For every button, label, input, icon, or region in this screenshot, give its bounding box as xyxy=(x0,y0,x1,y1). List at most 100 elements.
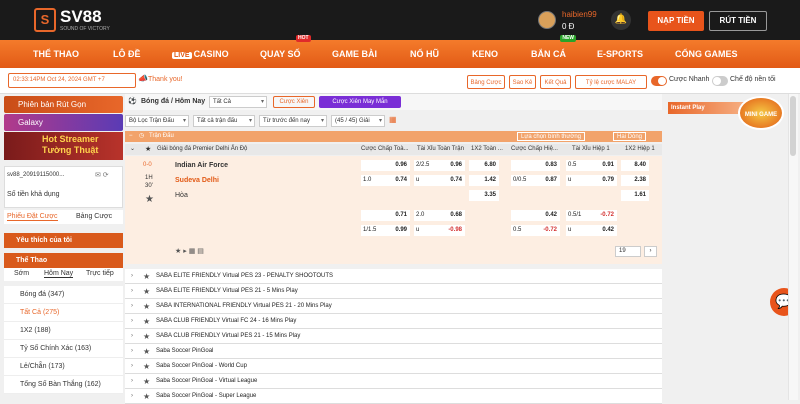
odds-cell[interactable]: u 0.74 xyxy=(414,175,465,186)
sports-header[interactable]: Thể Thao xyxy=(4,253,123,268)
odds-cell[interactable]: 1.0 0.74 xyxy=(361,175,410,186)
mail-icon[interactable]: ✉ ⟳ xyxy=(95,171,109,179)
nav-cong-games[interactable]: CỔNG GAMES xyxy=(675,40,738,68)
announcement-text[interactable]: Thank you! xyxy=(148,76,183,83)
nav-ban-ca[interactable]: BẮN CÁ NEW xyxy=(531,35,576,68)
odds-1x2-1h-away[interactable]: 2.38 xyxy=(621,175,649,186)
favorite-filter-icon[interactable]: ▦ xyxy=(389,115,397,124)
sidebar-item-odd-even[interactable]: Lẻ/Chẵn (173) xyxy=(4,358,123,376)
all-matches-select[interactable]: Tất cả trận đấu xyxy=(193,115,255,127)
lucky-parlay-button[interactable]: Cược Xiên May Mắn xyxy=(319,96,401,108)
scrollbar-thumb[interactable] xyxy=(790,96,796,156)
chevron-right-icon[interactable]: › xyxy=(131,359,133,374)
match-filter-select[interactable]: Bộ Lọc Trận Đấu xyxy=(125,115,189,127)
tab-betslip[interactable]: Phiếu Đặt Cược xyxy=(7,213,58,221)
nav-casino[interactable]: LIVE CASINO xyxy=(172,40,229,68)
results-button[interactable]: Kết Quả xyxy=(540,75,571,89)
star-icon[interactable]: ★ xyxy=(143,344,150,359)
star-icon[interactable]: ★ xyxy=(143,314,150,329)
dark-mode-toggle[interactable] xyxy=(712,76,728,86)
odds-cell[interactable]: u 0.42 xyxy=(566,225,617,236)
sidebar-item-1x2[interactable]: 1X2 (188) xyxy=(4,322,123,340)
page-select[interactable]: 19 xyxy=(615,246,641,257)
star-icon[interactable]: ★ xyxy=(143,374,150,389)
favorites-header[interactable]: Yêu thích của tôi xyxy=(4,233,123,248)
league-count-select[interactable]: (45 / 45) Giải xyxy=(331,115,385,127)
nav-the-thao[interactable]: THỂ THAO xyxy=(33,40,79,68)
league-row[interactable]: › ★ SABA INTERNATIONAL FRIENDLY Virtual PE… xyxy=(125,299,662,314)
odds-cell[interactable]: 0.96 xyxy=(361,160,410,171)
market-filter-select[interactable]: Tất Cả xyxy=(209,96,267,108)
league-row[interactable]: › ★ SABA CLUB FRIENDLY Virtual PES 21 - 15… xyxy=(125,329,662,344)
compact-version-banner[interactable]: Phiên bản Rút Gọn xyxy=(4,96,123,113)
star-icon[interactable]: ★ xyxy=(143,359,150,374)
odds-1x2-draw[interactable]: 3.35 xyxy=(469,190,499,201)
nav-game-bai[interactable]: GAME BÀI xyxy=(332,40,377,68)
parlay-button[interactable]: Cược Xiên xyxy=(273,96,315,108)
nav-no-hu[interactable]: NỔ HŨ xyxy=(410,40,439,68)
table-icon[interactable]: ▤ xyxy=(197,248,204,255)
odds-1x2-1h-draw[interactable]: 1.61 xyxy=(621,190,649,201)
chevron-right-icon[interactable]: › xyxy=(131,269,133,284)
chevron-right-icon[interactable]: › xyxy=(131,374,133,389)
sidebar-item-football[interactable]: Bóng đá (347) xyxy=(4,286,123,304)
bell-icon[interactable]: 🔔 xyxy=(611,10,631,30)
away-team[interactable]: Sudeva Delhi xyxy=(175,177,219,184)
mini-game-button[interactable]: MINI GAME xyxy=(738,96,784,130)
nav-esports[interactable]: E-SPORTS xyxy=(597,40,643,68)
tab-live[interactable]: Trực tiếp xyxy=(86,270,114,277)
sidebar-item-all[interactable]: Tất Cả (275) xyxy=(4,304,123,322)
avatar[interactable] xyxy=(538,11,556,29)
galaxy-banner[interactable]: Galaxy xyxy=(4,114,123,131)
odds-type-select[interactable]: Tỷ lệ cược MALAY xyxy=(575,75,647,89)
tab-bet-list[interactable]: Bảng Cược xyxy=(76,213,112,220)
odds-cell[interactable]: 0.42 xyxy=(511,210,560,221)
odds-cell[interactable]: 2.0 0.68 xyxy=(414,210,465,221)
odds-cell[interactable]: 0.5 0.91 xyxy=(566,160,617,171)
stats-icon[interactable]: ▦ xyxy=(189,248,196,255)
period-select[interactable]: Từ trước đến nay xyxy=(259,115,327,127)
nav-lo-de[interactable]: LÔ ĐỀ xyxy=(113,40,141,68)
star-icon[interactable]: ★ xyxy=(143,389,150,404)
favorite-star-icon[interactable]: ★ xyxy=(145,194,154,205)
star-icon[interactable]: ★ xyxy=(143,284,150,299)
chevron-right-icon[interactable]: › xyxy=(131,389,133,404)
lines-select[interactable]: Hai Dòng xyxy=(613,132,647,141)
statement-button[interactable]: Sao Kê xyxy=(509,75,536,89)
logo-name[interactable]: SV88 xyxy=(60,7,102,27)
tab-early[interactable]: Sớm xyxy=(14,270,29,277)
league-row[interactable]: › ★ Saba Soccer PinGoal - Virtual League xyxy=(125,374,662,389)
home-team[interactable]: Indian Air Force xyxy=(175,162,228,169)
quick-bet-toggle[interactable] xyxy=(651,76,667,86)
sidebar-item-correct-score[interactable]: Tỷ Số Chính Xác (163) xyxy=(4,340,123,358)
league-header[interactable]: ⌄ ★ Giải bóng đá Premier Delhi Ấn Độ Cượ… xyxy=(125,144,662,155)
withdraw-button[interactable]: RÚT TIỀN xyxy=(709,11,767,31)
bet-list-button[interactable]: Bảng Cược xyxy=(467,75,505,89)
tab-today[interactable]: Hôm Nay xyxy=(44,270,74,278)
league-row[interactable]: › ★ Saba Soccer PinGoal - World Cup xyxy=(125,359,662,374)
play-icon[interactable]: ▸ xyxy=(183,248,187,255)
star-icon[interactable]: ★ xyxy=(143,329,150,344)
league-row[interactable]: › ★ SABA ELITE FRIENDLY Virtual PES 21 - 5… xyxy=(125,284,662,299)
league-row[interactable]: › ★ SABA ELITE FRIENDLY Virtual PES 23 - P… xyxy=(125,269,662,284)
deposit-button[interactable]: NẠP TIỀN xyxy=(648,11,704,31)
chevron-down-icon[interactable]: ⌄ xyxy=(130,144,135,155)
odds-cell[interactable]: 0.71 xyxy=(361,210,410,221)
odds-cell[interactable]: 0/0.5 0.87 xyxy=(511,175,560,186)
odds-cell[interactable]: 0.5 -0.72 xyxy=(511,225,560,236)
odds-1x2-1h-home[interactable]: 8.40 xyxy=(621,160,649,171)
chevron-right-icon[interactable]: › xyxy=(131,314,133,329)
odds-cell[interactable]: u -0.98 xyxy=(414,225,465,236)
star-icon[interactable]: ★ xyxy=(143,269,150,284)
next-page-icon[interactable]: › xyxy=(644,246,657,257)
odds-cell[interactable]: 2/2.5 0.96 xyxy=(414,160,465,171)
chevron-right-icon[interactable]: › xyxy=(131,299,133,314)
star-icon[interactable]: ★ xyxy=(143,299,150,314)
sidebar-item-total-goals[interactable]: Tổng Số Bàn Thắng (162) xyxy=(4,376,123,394)
odds-1x2-away[interactable]: 1.42 xyxy=(469,175,499,186)
odds-1x2-home[interactable]: 6.80 xyxy=(469,160,499,171)
odds-cell[interactable]: 1/1.5 0.99 xyxy=(361,225,410,236)
odds-cell[interactable]: u 0.79 xyxy=(566,175,617,186)
star-icon[interactable]: ★ xyxy=(175,248,181,255)
username[interactable]: haibien99 xyxy=(562,10,597,19)
